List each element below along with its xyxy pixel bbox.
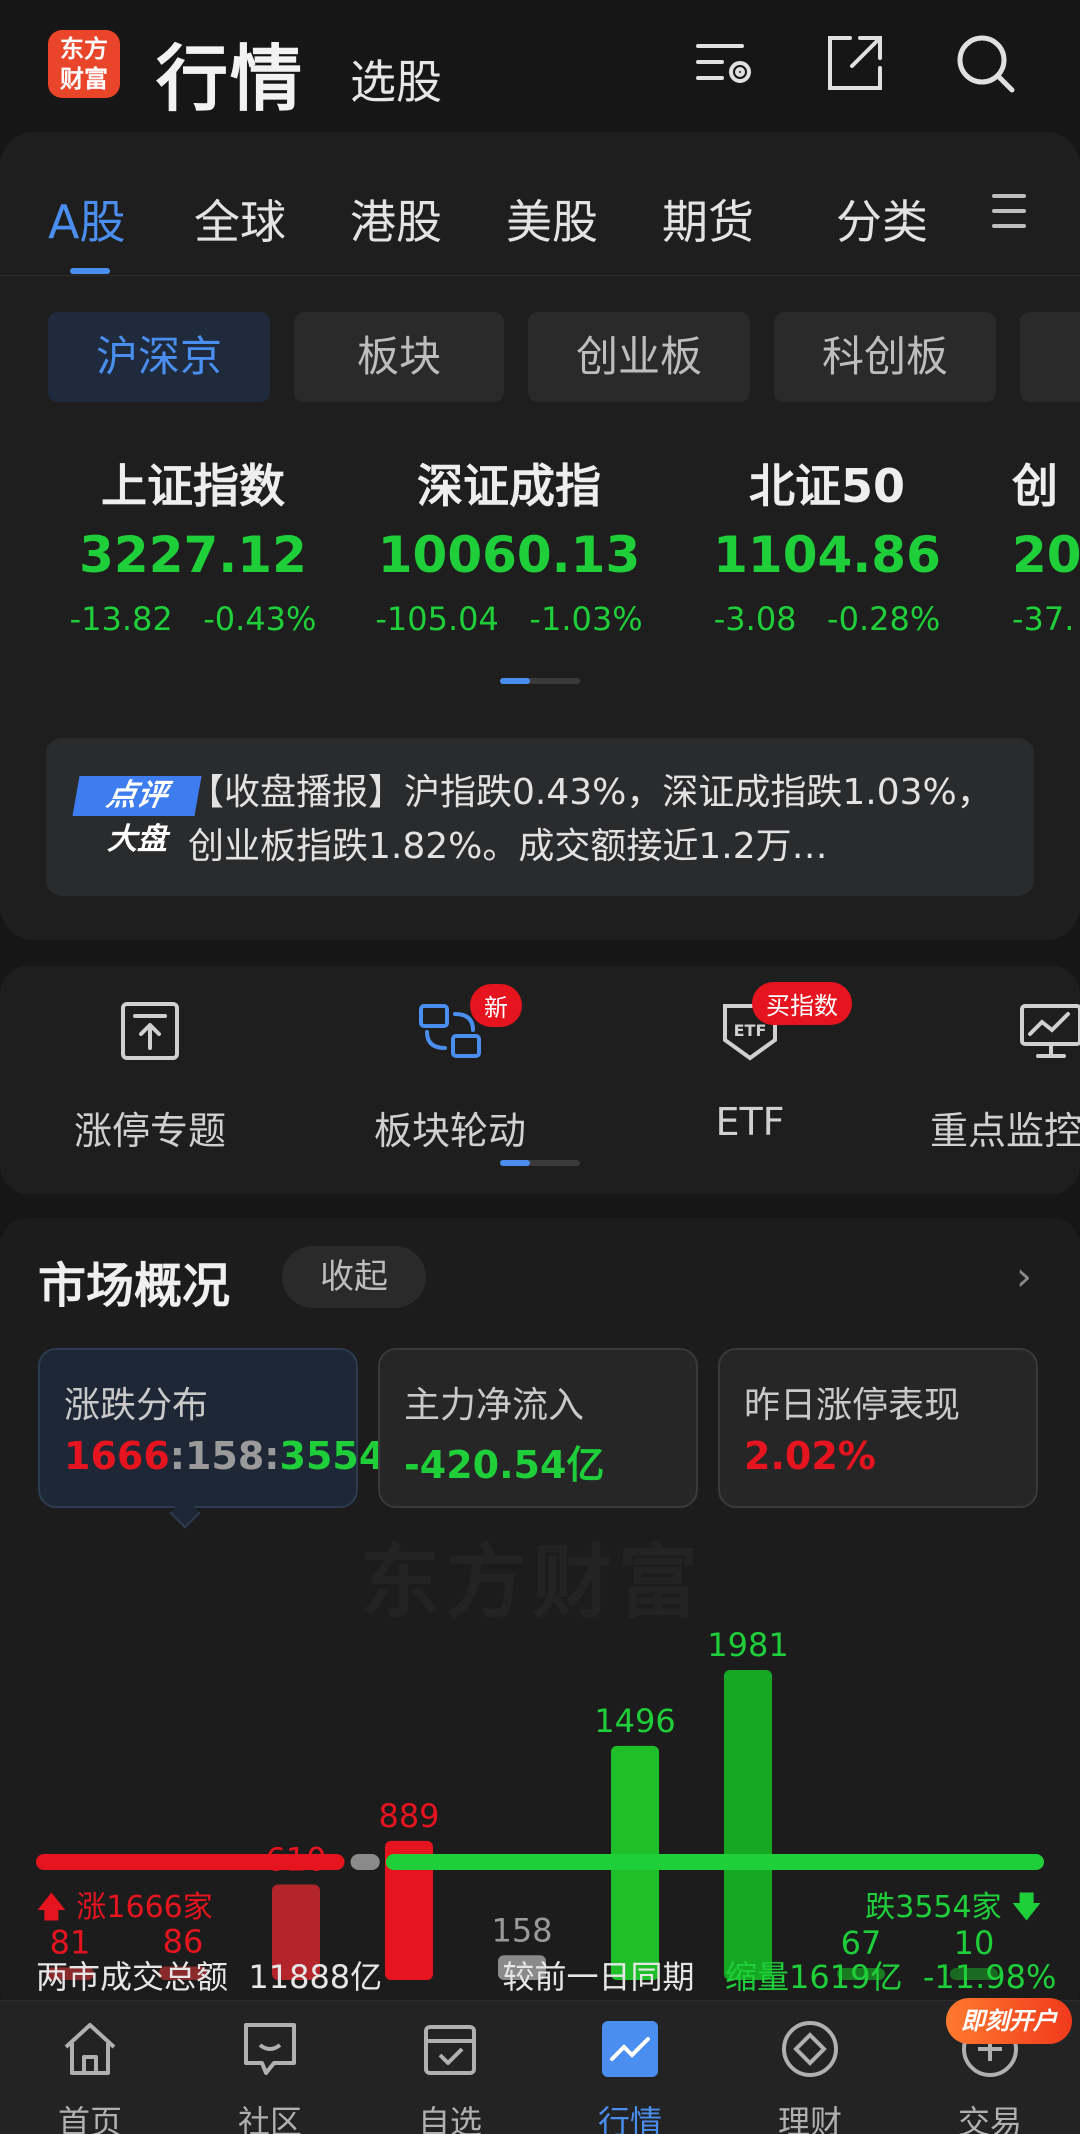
chip-chinext[interactable]: 创业板 bbox=[528, 312, 750, 402]
new-badge: 新 bbox=[470, 984, 522, 1027]
open-account-badge[interactable]: 即刻开户 bbox=[946, 1998, 1072, 2044]
index-name: 创 bbox=[1012, 459, 1058, 513]
chart-bar bbox=[724, 1670, 772, 1980]
index-pager bbox=[500, 678, 580, 684]
tab-global[interactable]: 全球 bbox=[194, 186, 286, 252]
index-value: 20 bbox=[1012, 526, 1080, 584]
index-name: 上证指数 bbox=[101, 459, 285, 513]
index-value: 1104.86 bbox=[713, 526, 941, 584]
tab-us[interactable]: 美股 bbox=[506, 186, 598, 252]
chip-sectors[interactable]: 板块 bbox=[294, 312, 504, 402]
up-down-ratio-bar bbox=[36, 1854, 1044, 1870]
nav-home[interactable]: 首页 bbox=[30, 2017, 150, 2134]
monitor-icon bbox=[1020, 1004, 1080, 1058]
bottom-nav: 首页 社区 自选 行情 理财 交易 bbox=[0, 2000, 1080, 2134]
shortcut-label: 板块轮动 bbox=[373, 1109, 526, 1153]
svg-text:ETF: ETF bbox=[734, 1021, 767, 1040]
index-card-szse[interactable]: 深证成指 10060.13 -105.04 -1.03% bbox=[356, 450, 662, 638]
shortcut-label: 重点监控 bbox=[930, 1109, 1080, 1153]
chip-more[interactable] bbox=[1020, 312, 1080, 402]
shortcut-card: 涨停专题 板块轮动 新 ETF ETF 买指数 重点监控 bbox=[0, 966, 1080, 1194]
active-tab-indicator bbox=[70, 268, 110, 274]
app-header: 东方 财富 行情 选股 bbox=[0, 0, 1080, 130]
section-title: 市场概况 bbox=[38, 1258, 231, 1314]
stat-net-inflow[interactable]: 主力净流入 -420.54亿 bbox=[378, 1348, 698, 1508]
menu-icon[interactable] bbox=[992, 194, 1026, 228]
market-card: A股 全球 港股 美股 期货 分类 沪深京 板块 创业板 科创板 上证指数 32… bbox=[0, 132, 1080, 940]
index-change: -3.08 -0.28% bbox=[713, 600, 941, 638]
shortcut-etf[interactable]: ETF ETF 买指数 bbox=[640, 982, 860, 1144]
upload-icon bbox=[121, 1002, 179, 1060]
index-value: 10060.13 bbox=[377, 526, 641, 584]
chart-value-label: 158 bbox=[491, 1911, 552, 1949]
shortcut-limit-up[interactable]: 涨停专题 bbox=[40, 996, 260, 1155]
index-card-sse[interactable]: 上证指数 3227.12 -13.82 -0.43% bbox=[40, 450, 346, 638]
stat-yesterday-limit-up[interactable]: 昨日涨停表现 2.02% bbox=[718, 1348, 1038, 1508]
chip-hushenjing[interactable]: 沪深京 bbox=[48, 312, 270, 402]
index-change: -13.82 -0.43% bbox=[69, 600, 317, 638]
turnover-row: 两市成交总额 11888亿 较前一日同期 缩量1619亿 -11.98% bbox=[36, 1958, 1057, 1996]
market-commentary[interactable]: 点评 大盘 【收盘播报】沪指跌0.43%，深证成指跌1.03%，创业板指跌1.8… bbox=[46, 738, 1034, 896]
wealth-icon bbox=[782, 2021, 838, 2077]
index-name: 深证成指 bbox=[417, 459, 601, 513]
tab-futures[interactable]: 期货 bbox=[662, 186, 754, 252]
collapse-button[interactable]: 收起 bbox=[282, 1246, 426, 1308]
stock-picker-link[interactable]: 选股 bbox=[350, 46, 442, 112]
index-card-bse50[interactable]: 北证50 1104.86 -3.08 -0.28% bbox=[674, 450, 980, 638]
search-icon[interactable] bbox=[950, 28, 1020, 98]
chart-value-label: 889 bbox=[378, 1797, 439, 1835]
market-icon bbox=[602, 2021, 658, 2077]
index-name: 北证50 bbox=[748, 459, 905, 513]
index-card-partial[interactable]: 创 20 -37. bbox=[1012, 450, 1080, 638]
home-icon bbox=[64, 2023, 116, 2075]
chevron-right-icon[interactable]: › bbox=[1016, 1254, 1032, 1300]
app-logo[interactable]: 东方 财富 bbox=[48, 30, 120, 98]
index-change: -105.04 -1.03% bbox=[375, 600, 643, 638]
logo-line2: 财富 bbox=[60, 65, 108, 93]
index-change: -37. bbox=[1012, 600, 1075, 638]
shortcut-monitor[interactable]: 重点监控 bbox=[930, 996, 1080, 1155]
tab-category[interactable]: 分类 bbox=[836, 186, 928, 252]
market-tabs: A股 全球 港股 美股 期货 分类 bbox=[0, 132, 1080, 276]
tab-hk[interactable]: 港股 bbox=[350, 186, 442, 252]
limit-up-performance-value: 2.02% bbox=[744, 1434, 876, 1478]
ratio-down-segment bbox=[385, 1854, 1044, 1870]
tab-a-shares[interactable]: A股 bbox=[48, 186, 125, 252]
shortcut-label: 涨停专题 bbox=[73, 1109, 226, 1153]
nav-wealth[interactable]: 理财 bbox=[750, 2017, 870, 2134]
share-icon[interactable] bbox=[820, 28, 890, 98]
ratio-up-segment bbox=[36, 1854, 345, 1870]
page-title: 行情 bbox=[156, 37, 305, 121]
up-count: 🡅 涨1666家 bbox=[36, 1890, 213, 1925]
shortcut-label: ETF bbox=[715, 1100, 785, 1144]
nav-watchlist[interactable]: 自选 bbox=[390, 2017, 510, 2134]
index-value: 3227.12 bbox=[79, 526, 307, 584]
chart-value-label: 1496 bbox=[594, 1702, 675, 1740]
nav-community[interactable]: 社区 bbox=[210, 2017, 330, 2134]
logo-line1: 东方 bbox=[60, 35, 108, 63]
down-count: 跌3554家 🡇 bbox=[865, 1890, 1042, 1925]
watchlist-icon bbox=[424, 2025, 476, 2075]
net-inflow-value: -420.54亿 bbox=[404, 1443, 605, 1487]
commentary-badge: 点评 大盘 bbox=[72, 776, 206, 860]
chart-value-label: 1981 bbox=[707, 1626, 788, 1664]
shortcut-pager bbox=[500, 1160, 580, 1166]
nav-market[interactable]: 行情 bbox=[570, 2017, 690, 2134]
community-icon bbox=[244, 2023, 296, 2075]
buy-index-badge: 买指数 bbox=[752, 982, 852, 1025]
stat-distribution[interactable]: 涨跌分布 1666:158:3554 bbox=[38, 1348, 385, 1508]
chip-star-market[interactable]: 科创板 bbox=[774, 312, 996, 402]
ratio-flat-segment bbox=[350, 1854, 380, 1870]
settings-list-icon[interactable] bbox=[690, 28, 760, 98]
market-overview: 市场概况 收起 › 涨跌分布 1666:158:3554 主力净流入 -420.… bbox=[0, 1218, 1080, 2035]
distribution-value: 1666:158:3554 bbox=[64, 1434, 386, 1478]
commentary-text: 【收盘播报】沪指跌0.43%，深证成指跌1.03%，创业板指跌1.82%。成交额… bbox=[188, 772, 993, 867]
shortcut-sector-rotation[interactable]: 板块轮动 新 bbox=[340, 984, 560, 1155]
